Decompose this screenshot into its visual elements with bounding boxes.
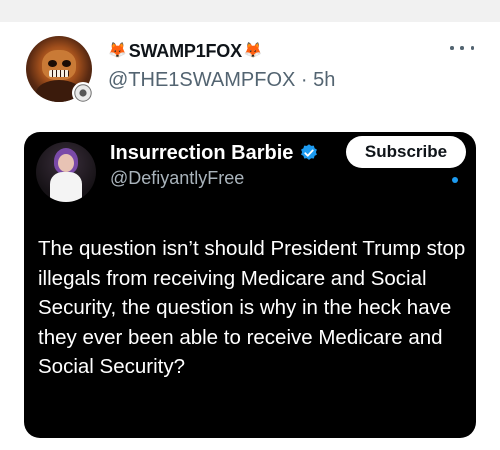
fox-emoji-icon: 🦊: [108, 42, 127, 59]
top-strip: [0, 0, 500, 22]
more-dot: [460, 46, 464, 50]
badge-icon: [72, 82, 94, 104]
quoted-author-name[interactable]: Insurrection Barbie: [110, 140, 293, 166]
unread-dot-icon: [452, 177, 458, 183]
avatar-eye: [62, 60, 71, 67]
quoted-avatar[interactable]: [36, 142, 96, 202]
quoted-name-row: Insurrection Barbie: [110, 140, 319, 166]
quoted-avatar-suit: [50, 172, 82, 202]
quoted-post-card[interactable]: Insurrection Barbie @DefiyantlyFree Subs…: [24, 132, 476, 438]
subscribe-button[interactable]: Subscribe: [346, 136, 466, 168]
author-name[interactable]: SWAMP1FOX: [129, 40, 242, 62]
more-dot: [450, 46, 454, 50]
author-line: 🦊 SWAMP1FOX 🦊: [108, 40, 263, 62]
quoted-handle[interactable]: @DefiyantlyFree: [110, 166, 244, 190]
avatar-mouth: [49, 70, 69, 77]
avatar-eye: [48, 60, 57, 67]
handle-time[interactable]: @THE1SWAMPFOX · 5h: [108, 68, 335, 92]
quoted-post-text: The question isn’t should President Trum…: [38, 237, 466, 378]
verified-icon: [301, 144, 318, 160]
more-icon[interactable]: [450, 40, 474, 56]
post[interactable]: 🦊 SWAMP1FOX 🦊 @THE1SWAMPFOX · 5h Insurre…: [0, 22, 500, 450]
more-dot: [470, 46, 474, 50]
fox-emoji-icon: 🦊: [243, 42, 263, 59]
quoted-avatar-face: [58, 154, 74, 172]
